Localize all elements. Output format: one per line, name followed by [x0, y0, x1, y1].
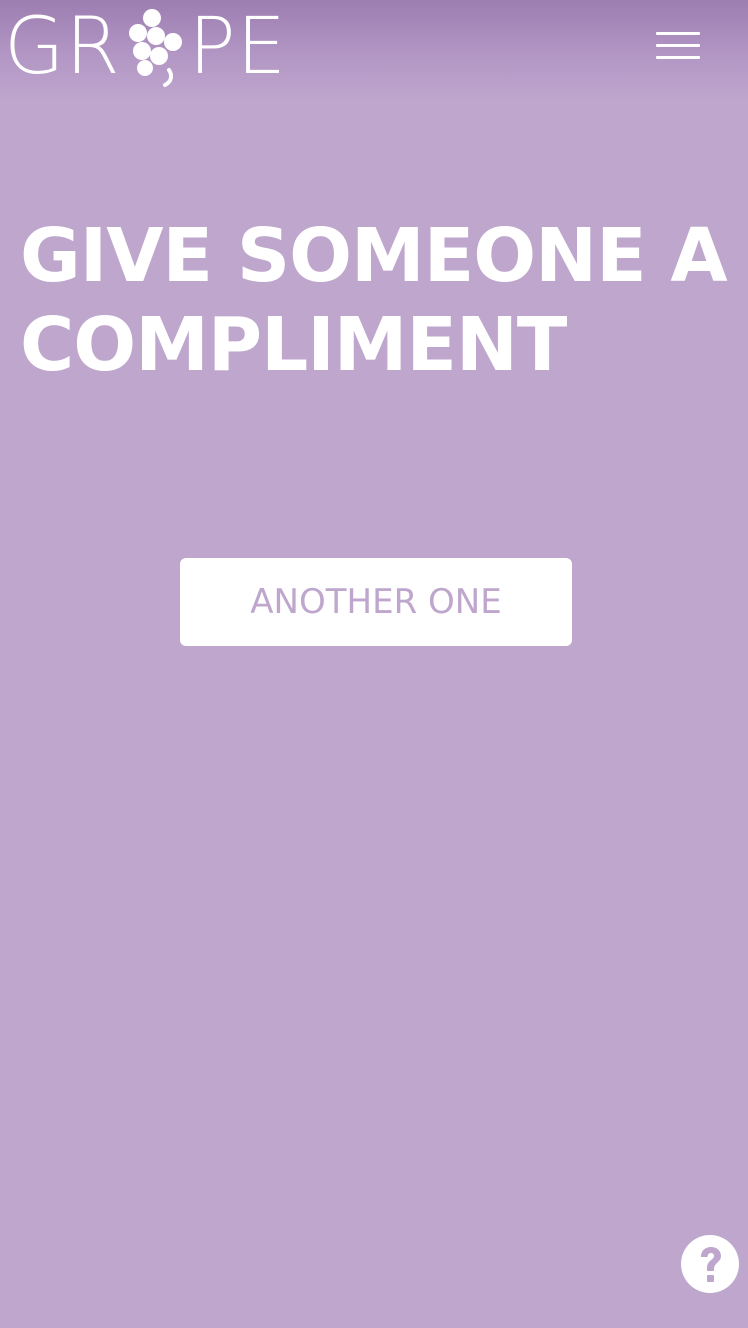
another-one-button[interactable]: ANOTHER ONE — [180, 558, 572, 646]
menu-bar-bottom — [656, 56, 700, 59]
grape-logo[interactable]: GR PE — [4, 6, 287, 88]
compliment-headline: GIVE SOMEONE A COMPLIMENT — [20, 213, 728, 388]
hamburger-menu-button[interactable] — [654, 28, 702, 64]
menu-bar-top — [656, 32, 700, 35]
logo-text-right: PE — [188, 2, 287, 92]
menu-bar-middle — [656, 44, 700, 47]
question-circle-icon — [681, 1235, 739, 1293]
help-button[interactable] — [681, 1235, 739, 1293]
logo-text-left: GR — [4, 2, 121, 92]
top-bar: GR PE — [0, 0, 748, 100]
grape-cluster-icon — [128, 9, 182, 87]
